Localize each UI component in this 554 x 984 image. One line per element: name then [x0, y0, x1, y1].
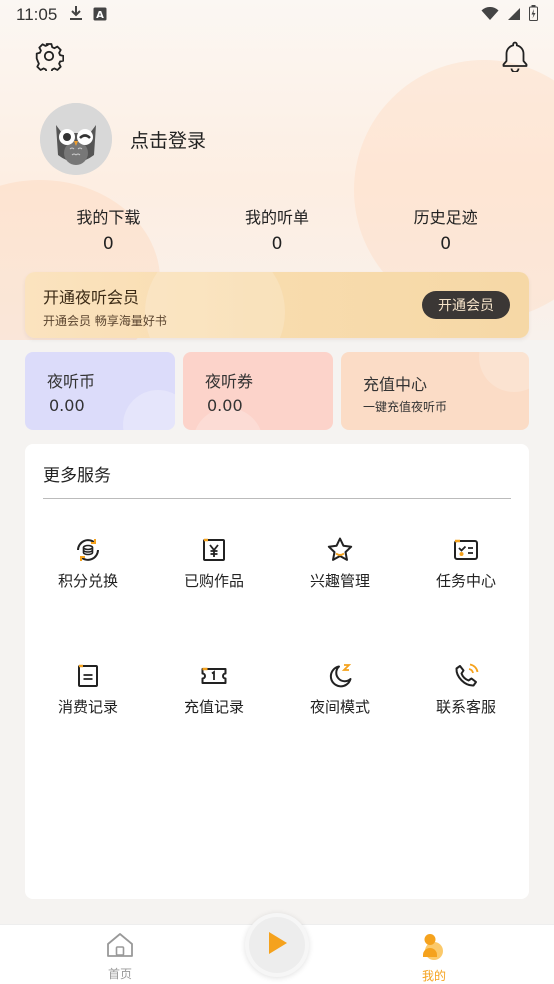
coins-title: 夜听币 — [47, 372, 96, 391]
tab-label: 首页 — [107, 967, 132, 981]
signal-icon — [507, 6, 521, 25]
home-icon — [105, 933, 135, 963]
receipt-icon — [74, 662, 102, 690]
service-label: 充值记录 — [183, 698, 244, 716]
vip-title: 开通夜听会员 — [43, 288, 140, 307]
svg-text:A: A — [96, 10, 104, 21]
vip-subtitle: 开通会员 畅享海量好书 — [43, 314, 167, 328]
wallet-row: 夜听币 0.00 夜听券 0.00 充值中心 一键充值夜听币 — [25, 352, 529, 430]
vouchers-card[interactable]: 夜听券 0.00 — [183, 352, 333, 430]
tab-mine[interactable]: 我的 — [394, 931, 474, 984]
service-label: 消费记录 — [57, 698, 118, 716]
purchased-works-icon — [200, 536, 228, 564]
notifications-button[interactable] — [497, 40, 533, 76]
service-interest-management[interactable]: 兴趣管理 — [277, 536, 403, 591]
wifi-icon — [481, 6, 499, 25]
stat-downloads[interactable]: 我的下载 0 — [24, 204, 193, 254]
battery-icon — [529, 5, 538, 25]
play-button[interactable] — [245, 913, 309, 977]
service-points-exchange[interactable]: 积分兑换 — [25, 536, 151, 591]
stat-playlists[interactable]: 我的听单 0 — [193, 204, 362, 254]
owl-avatar-icon[interactable] — [40, 103, 112, 175]
vouchers-value: 0.00 — [207, 396, 243, 415]
service-label: 夜间模式 — [309, 698, 370, 716]
stat-label: 我的听单 — [245, 208, 310, 227]
services-title: 更多服务 — [43, 466, 111, 486]
vip-banner[interactable]: 开通夜听会员 开通会员 畅享海量好书 开通会员 — [25, 272, 529, 338]
gear-icon — [34, 41, 65, 75]
play-icon — [264, 929, 290, 961]
service-consumption-records[interactable]: 消费记录 — [25, 662, 151, 717]
person-icon — [419, 934, 449, 965]
stat-label: 历史足迹 — [413, 208, 478, 227]
stats-row: 我的下载 0 我的听单 0 历史足迹 0 — [24, 204, 530, 254]
service-label: 积分兑换 — [57, 572, 118, 590]
service-label: 任务中心 — [435, 572, 496, 590]
service-night-mode[interactable]: 夜间模式 — [277, 662, 403, 717]
more-services-panel: 更多服务 积分兑换 已购作品 兴趣管理 任务中心 消费记录 充值记录 夜间模式 … — [25, 444, 529, 899]
phone-icon — [452, 662, 480, 690]
recharge-card[interactable]: 充值中心 一键充值夜听币 — [341, 352, 529, 430]
service-label: 兴趣管理 — [309, 572, 370, 590]
stat-value: 0 — [102, 234, 114, 254]
tab-label: 我的 — [421, 969, 446, 983]
stat-label: 我的下载 — [76, 208, 141, 227]
coins-card[interactable]: 夜听币 0.00 — [25, 352, 175, 430]
points-exchange-icon — [74, 536, 102, 564]
moon-icon — [326, 662, 354, 690]
open-vip-button[interactable]: 开通会员 — [422, 291, 510, 319]
service-contact-support[interactable]: 联系客服 — [403, 662, 529, 717]
service-task-center[interactable]: 任务中心 — [403, 536, 529, 591]
recharge-title: 充值中心 — [363, 375, 428, 394]
download-icon — [69, 5, 83, 25]
service-purchased-works[interactable]: 已购作品 — [151, 536, 277, 591]
service-label: 联系客服 — [435, 698, 496, 716]
keyboard-a-icon: A — [93, 6, 107, 25]
task-icon — [452, 536, 480, 564]
stat-value: 0 — [440, 234, 452, 254]
coins-value: 0.00 — [49, 396, 85, 415]
vouchers-title: 夜听券 — [205, 372, 254, 391]
profile-login[interactable]: 点击登录 — [40, 103, 206, 175]
divider — [43, 498, 511, 499]
bell-icon — [501, 40, 529, 76]
service-label: 已购作品 — [183, 572, 244, 590]
stat-history[interactable]: 历史足迹 0 — [361, 204, 530, 254]
ticket-icon — [200, 662, 228, 690]
tab-home[interactable]: 首页 — [80, 931, 160, 982]
star-icon — [326, 536, 354, 564]
stat-value: 0 — [271, 234, 283, 254]
service-recharge-records[interactable]: 充值记录 — [151, 662, 277, 717]
login-text[interactable]: 点击登录 — [130, 126, 206, 153]
settings-button[interactable] — [31, 40, 67, 76]
status-bar: 11:05 A — [0, 0, 554, 30]
recharge-subtitle: 一键充值夜听币 — [363, 400, 448, 414]
status-time: 11:05 — [16, 5, 58, 24]
